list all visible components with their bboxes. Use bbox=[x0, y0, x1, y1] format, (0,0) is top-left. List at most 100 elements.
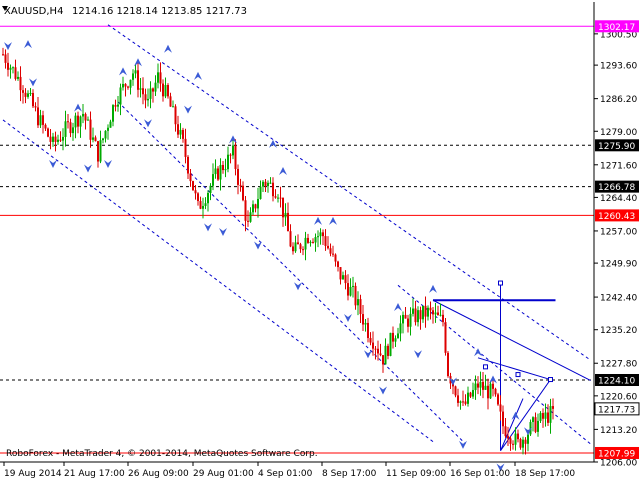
candle-body bbox=[344, 275, 347, 284]
candle-body bbox=[82, 113, 84, 117]
candle-body bbox=[504, 426, 507, 437]
candle-body bbox=[287, 212, 289, 232]
candle-body bbox=[437, 312, 439, 316]
candle-body bbox=[509, 438, 512, 444]
candle-body bbox=[534, 417, 537, 432]
candle-body bbox=[167, 84, 169, 97]
candle-body bbox=[394, 338, 397, 342]
y-tick-label: 1220.60 bbox=[600, 392, 637, 402]
candle-body bbox=[537, 420, 539, 432]
candle-body bbox=[434, 312, 437, 315]
candle-body bbox=[7, 62, 9, 70]
candle-body bbox=[262, 181, 264, 187]
candle-body bbox=[214, 168, 217, 175]
chart-window[interactable]: 1300.50 1293.60 1286.20 1279.00 1271.60 1264.… bbox=[0, 0, 640, 480]
candle-body bbox=[264, 181, 267, 187]
candle-body bbox=[254, 204, 257, 209]
level-label: 1266.78 bbox=[598, 183, 635, 193]
candle-body bbox=[544, 412, 547, 419]
candle-body bbox=[69, 122, 72, 134]
candle-body bbox=[339, 267, 342, 280]
candle-body bbox=[274, 196, 277, 198]
candle-body bbox=[462, 401, 464, 403]
candle-body bbox=[507, 436, 509, 439]
candle-body bbox=[429, 307, 432, 311]
candle-body bbox=[329, 248, 332, 254]
candle-body bbox=[352, 285, 354, 287]
candle-body bbox=[342, 275, 344, 280]
candle-body bbox=[164, 84, 167, 97]
candle-body bbox=[54, 136, 57, 142]
current-price-label: 1217.73 bbox=[598, 405, 635, 415]
y-tick-label: 1249.90 bbox=[600, 260, 637, 270]
candle-body bbox=[87, 119, 89, 121]
candle-body bbox=[369, 338, 372, 343]
candle-body bbox=[57, 139, 59, 142]
candle-body bbox=[427, 307, 429, 317]
candle-body bbox=[42, 115, 44, 125]
candle-body bbox=[29, 93, 32, 95]
candle-body bbox=[312, 241, 314, 243]
candle-body bbox=[27, 93, 29, 97]
candle-body bbox=[459, 401, 462, 403]
candle-body bbox=[114, 105, 117, 107]
candle-body bbox=[322, 232, 324, 237]
candle-body bbox=[179, 129, 182, 135]
candle-body bbox=[404, 314, 407, 319]
candle-body bbox=[77, 115, 79, 127]
candle-body bbox=[467, 392, 469, 404]
candle-body bbox=[444, 322, 447, 353]
x-tick-label: 11 Sep 09:00 bbox=[386, 469, 446, 479]
candle-body bbox=[112, 105, 114, 122]
candle-body bbox=[107, 127, 109, 131]
candle-body bbox=[209, 185, 212, 193]
x-tick-label: 4 Sep 01:00 bbox=[258, 469, 313, 479]
level-label: 1224.10 bbox=[598, 376, 635, 386]
price-chart[interactable]: 1300.501293.601286.201279.001271.601264.… bbox=[0, 0, 640, 480]
candle-body bbox=[519, 439, 522, 448]
candle-body bbox=[157, 72, 159, 83]
candle-body bbox=[279, 197, 282, 199]
candle-body bbox=[517, 433, 519, 440]
pattern-point-marker bbox=[548, 377, 553, 383]
candle-body bbox=[474, 383, 477, 391]
candle-body bbox=[119, 87, 122, 105]
candle-body bbox=[182, 129, 184, 139]
candle-body bbox=[377, 348, 379, 354]
candle-body bbox=[422, 305, 424, 320]
x-tick-label: 29 Aug 01:00 bbox=[193, 469, 254, 479]
candle-body bbox=[174, 106, 177, 125]
y-tick-label: 1213.20 bbox=[600, 426, 637, 436]
candle-body bbox=[207, 192, 209, 204]
candle-body bbox=[379, 353, 382, 356]
candle-body bbox=[364, 322, 367, 325]
candle-body bbox=[539, 413, 542, 421]
candle-body bbox=[454, 386, 457, 396]
pattern-point-marker bbox=[515, 372, 521, 378]
candle-body bbox=[139, 88, 142, 90]
candle-body bbox=[247, 220, 249, 222]
candle-body bbox=[494, 388, 497, 395]
candle-body bbox=[307, 237, 309, 243]
x-tick-label: 8 Sep 17:00 bbox=[322, 469, 377, 479]
candle-body bbox=[102, 138, 104, 141]
candle-body bbox=[244, 200, 247, 221]
candle-body bbox=[99, 140, 102, 162]
y-tick-label: 1293.60 bbox=[600, 62, 637, 72]
candle-body bbox=[197, 193, 199, 202]
candle-body bbox=[17, 76, 19, 79]
candle-body bbox=[282, 197, 284, 218]
candle-body bbox=[159, 72, 162, 84]
candle-body bbox=[332, 253, 334, 255]
candle-body bbox=[259, 186, 262, 199]
candle-body bbox=[227, 154, 229, 170]
candle-body bbox=[349, 286, 352, 296]
candle-body bbox=[389, 332, 392, 356]
x-tick-label: 19 Aug 2014 bbox=[4, 469, 62, 479]
candle-body bbox=[439, 314, 442, 316]
candle-body bbox=[232, 145, 234, 156]
candle-body bbox=[464, 401, 467, 404]
candle-body bbox=[14, 67, 17, 79]
candle-body bbox=[327, 245, 329, 249]
candle-body bbox=[324, 236, 327, 246]
